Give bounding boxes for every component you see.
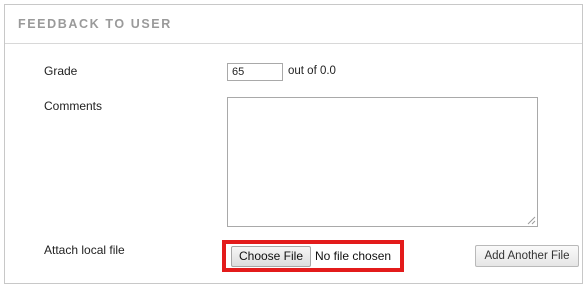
grade-label: Grade (44, 64, 78, 78)
file-status-text: No file chosen (315, 249, 392, 263)
panel-title: FEEDBACK TO USER (18, 17, 172, 31)
attach-file-label: Attach local file (44, 243, 125, 257)
grade-max-text: out of 0.0 (288, 65, 336, 77)
add-another-file-button[interactable]: Add Another File (475, 245, 579, 267)
comments-label: Comments (44, 99, 103, 113)
choose-file-button[interactable]: Choose File (231, 246, 311, 267)
panel-header: FEEDBACK TO USER (5, 5, 582, 44)
comments-textarea[interactable] (227, 97, 538, 227)
grade-input[interactable] (227, 63, 283, 81)
resize-grip-icon[interactable] (527, 216, 536, 225)
